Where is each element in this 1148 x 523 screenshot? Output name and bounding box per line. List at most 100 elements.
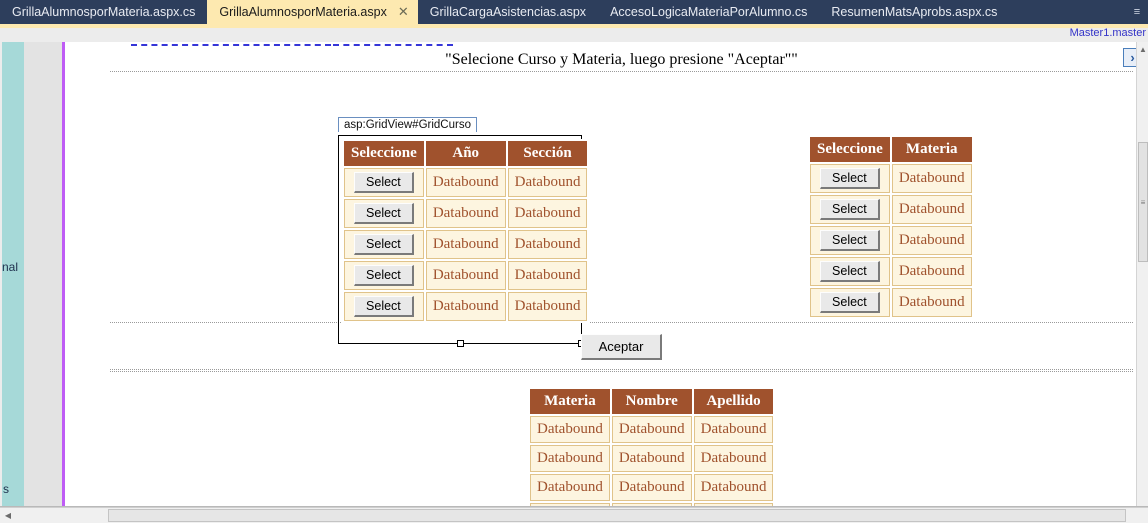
horizontal-scrollbar[interactable]: ◀ xyxy=(0,507,1148,523)
gridview-resultado-body: Databound Databound Databound Databound … xyxy=(530,416,774,507)
table-header-row: Seleccione Año Sección xyxy=(344,141,588,166)
select-button[interactable]: Select xyxy=(354,296,414,317)
content-placeholder-frame[interactable]: › "Selecione Curso y Materia, luego pres… xyxy=(62,42,1136,507)
web-forms-designer-surface[interactable]: nal s › "Selecione Curso y Materia, lueg… xyxy=(0,42,1136,507)
gridview-curso[interactable]: Seleccione Año Sección Select Databound … xyxy=(342,139,590,323)
gridview-materia-body: Select Databound Select Databound Select… xyxy=(810,164,972,317)
table-row[interactable]: Select Databound Databound xyxy=(344,230,588,259)
cell-seccion: Databound xyxy=(507,168,588,197)
table-row[interactable]: Select Databound Databound xyxy=(344,168,588,197)
table-row[interactable]: Select Databound Databound xyxy=(344,261,588,290)
gridview-curso-head: Seleccione Año Sección xyxy=(344,141,588,166)
column-header-materia[interactable]: Materia xyxy=(891,137,972,162)
select-cell[interactable]: Select xyxy=(344,261,424,290)
select-cell[interactable]: Select xyxy=(344,199,424,228)
select-button[interactable]: Select xyxy=(354,203,414,224)
select-cell[interactable]: Select xyxy=(810,226,890,255)
title-band: "Selecione Curso y Materia, luego presio… xyxy=(110,48,1133,72)
select-cell[interactable]: Select xyxy=(810,288,890,317)
master-page-label[interactable]: Master1.master xyxy=(1070,27,1146,39)
tab-grillacargaasistencias-aspx[interactable]: GrillaCargaAsistencias.aspx xyxy=(418,0,598,24)
column-header-seccion[interactable]: Sección xyxy=(507,141,588,166)
column-header-seleccione[interactable]: Seleccione xyxy=(810,137,890,162)
table-row[interactable]: Databound Databound Databound xyxy=(530,445,774,472)
select-cell[interactable]: Select xyxy=(810,257,890,286)
table-row[interactable]: Select Databound Databound xyxy=(344,199,588,228)
scroll-left-icon[interactable]: ◀ xyxy=(0,508,16,523)
cell-materia: Databound xyxy=(530,474,610,501)
gridview-materia[interactable]: Seleccione Materia Select Databound Sele… xyxy=(808,135,974,319)
gridview-curso-container[interactable]: asp:GridView#GridCurso Seleccione Año Se… xyxy=(338,117,593,347)
cell-materia: Databound xyxy=(891,226,972,255)
column-header-ano[interactable]: Año xyxy=(425,141,506,166)
gridview-curso-tag-tip[interactable]: asp:GridView#GridCurso xyxy=(338,117,477,132)
close-icon[interactable]: ✕ xyxy=(395,4,412,20)
table-row[interactable]: Databound Databound Databound xyxy=(530,474,774,501)
table-header-row: Materia Nombre Apellido xyxy=(530,389,774,414)
tab-resumenmatsaprobs-aspx-cs[interactable]: ResumenMatsAprobs.aspx.cs xyxy=(819,0,1009,24)
select-button[interactable]: Select xyxy=(354,265,414,286)
master-page-sidebar-region: nal s xyxy=(2,42,24,507)
gridview-resultado[interactable]: Materia Nombre Apellido Databound Databo… xyxy=(528,387,776,507)
tab-label: GrillaCargaAsistencias.aspx xyxy=(429,5,587,19)
cell-ano: Databound xyxy=(425,168,506,197)
cell-materia: Databound xyxy=(530,416,610,443)
select-button[interactable]: Select xyxy=(354,172,414,193)
vertical-scrollbar[interactable]: ▲ ≡ xyxy=(1136,42,1148,507)
table-row[interactable]: Select Databound Databound xyxy=(344,292,588,321)
gridview-materia-container[interactable]: Seleccione Materia Select Databound Sele… xyxy=(808,135,974,319)
cell-ano: Databound xyxy=(425,230,506,259)
sidebar-text-fragment-1: nal xyxy=(2,260,19,274)
table-row[interactable]: Select Databound xyxy=(810,195,972,224)
results-band: Materia Nombre Apellido Databound Databo… xyxy=(110,371,1133,507)
select-button[interactable]: Select xyxy=(820,261,880,282)
tab-accesologicamateriaporalumno-cs[interactable]: AccesoLogicaMateriaPorAlumno.cs xyxy=(598,0,819,24)
gridview-materia-head: Seleccione Materia xyxy=(810,137,972,162)
tab-overflow-menu-icon[interactable]: ≡ xyxy=(1128,0,1146,24)
select-button[interactable]: Select xyxy=(820,292,880,313)
select-cell[interactable]: Select xyxy=(810,164,890,193)
editor-tab-strip: GrillaAlumnosporMateria.aspx.cs GrillaAl… xyxy=(0,0,1148,24)
select-button[interactable]: Select xyxy=(820,199,880,220)
horizontal-scrollbar-thumb[interactable] xyxy=(108,509,1126,522)
tab-label: GrillaAlumnosporMateria.aspx xyxy=(219,5,387,19)
aceptar-button[interactable]: Aceptar xyxy=(580,333,663,360)
select-button[interactable]: Select xyxy=(354,234,414,255)
tab-label: AccesoLogicaMateriaPorAlumno.cs xyxy=(610,5,808,19)
vertical-scrollbar-thumb[interactable]: ≡ xyxy=(1138,142,1148,262)
cell-seccion: Databound xyxy=(507,230,588,259)
select-button[interactable]: Select xyxy=(820,230,880,251)
cell-materia: Databound xyxy=(891,195,972,224)
select-button[interactable]: Select xyxy=(820,168,880,189)
column-header-apellido[interactable]: Apellido xyxy=(693,389,774,414)
select-cell[interactable]: Select xyxy=(344,168,424,197)
table-row[interactable]: Select Databound xyxy=(810,288,972,317)
table-header-row: Seleccione Materia xyxy=(810,137,972,162)
cell-ano: Databound xyxy=(425,199,506,228)
select-cell[interactable]: Select xyxy=(344,292,424,321)
tab-grillaalumnospormateria-aspx-cs[interactable]: GrillaAlumnosporMateria.aspx.cs xyxy=(0,0,207,24)
select-cell[interactable]: Select xyxy=(344,230,424,259)
master-page-label-bar xyxy=(0,28,1148,42)
table-row[interactable]: Select Databound xyxy=(810,164,972,193)
scroll-up-icon[interactable]: ▲ xyxy=(1137,42,1148,56)
cell-apellido: Databound xyxy=(693,445,774,472)
gridview-resultado-container[interactable]: Materia Nombre Apellido Databound Databo… xyxy=(528,387,776,507)
cell-materia: Databound xyxy=(891,164,972,193)
cell-ano: Databound xyxy=(425,261,506,290)
table-row[interactable]: Select Databound xyxy=(810,226,972,255)
select-cell[interactable]: Select xyxy=(810,195,890,224)
tab-grillaalumnospormateria-aspx[interactable]: GrillaAlumnosporMateria.aspx ✕ xyxy=(207,0,418,24)
accept-band: Aceptar xyxy=(110,324,1133,370)
tab-label: GrillaAlumnosporMateria.aspx.cs xyxy=(12,5,196,19)
cell-nombre: Databound xyxy=(611,474,692,501)
cell-nombre: Databound xyxy=(611,445,692,472)
page-title: "Selecione Curso y Materia, luego presio… xyxy=(445,50,798,68)
table-row[interactable]: Select Databound xyxy=(810,257,972,286)
selected-region-dashes-left xyxy=(131,42,331,46)
cell-materia: Databound xyxy=(530,445,610,472)
column-header-seleccione[interactable]: Seleccione xyxy=(344,141,424,166)
table-row[interactable]: Databound Databound Databound xyxy=(530,416,774,443)
column-header-nombre[interactable]: Nombre xyxy=(611,389,692,414)
column-header-materia[interactable]: Materia xyxy=(530,389,610,414)
